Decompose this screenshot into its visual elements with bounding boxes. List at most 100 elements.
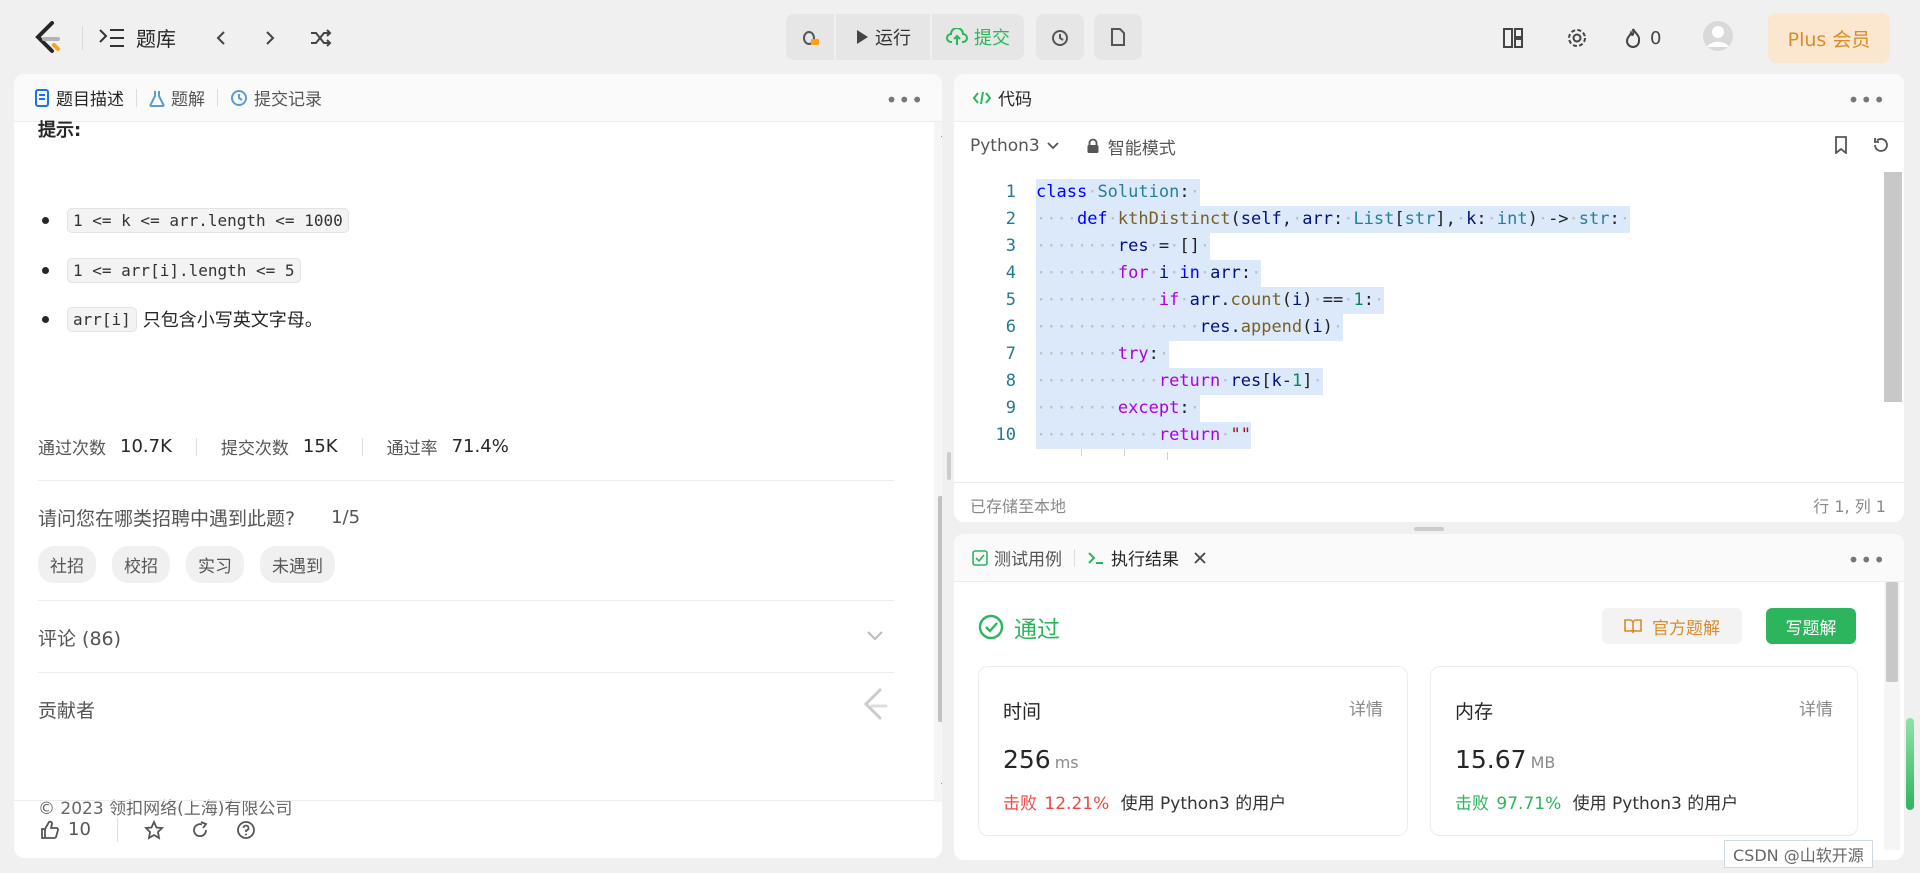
problem-list-button[interactable]: 题库 <box>98 23 176 52</box>
layout-button[interactable] <box>1502 22 1524 54</box>
code-line: 1 class·Solution:· <box>954 179 1874 206</box>
line-number: 8 <box>1005 371 1016 391</box>
result-scrollbar[interactable] <box>1884 582 1900 850</box>
debug-button[interactable] <box>786 14 834 60</box>
accepted-value: 10.7K <box>120 436 172 457</box>
line-number: 5 <box>1005 290 1016 310</box>
flame-icon <box>1625 28 1641 48</box>
more-options-icon[interactable]: ••• <box>886 88 924 112</box>
result-scrollbar-thumb[interactable] <box>1886 582 1898 682</box>
tab-divider <box>1074 548 1075 567</box>
survey-options: 社招 校招 实习 未遇到 <box>38 546 335 583</box>
acceptance-rate-value: 71.4% <box>451 436 509 457</box>
tab-code[interactable]: 代码 <box>972 85 1032 110</box>
bullet-dot <box>42 315 49 323</box>
timer-button[interactable] <box>1036 14 1084 60</box>
scroll-up-icon[interactable] <box>940 130 942 138</box>
description-icon <box>35 88 49 107</box>
chevron-down-icon[interactable] <box>866 630 884 642</box>
submissions-label: 提交次数 <box>220 439 289 459</box>
code-line-text: ············return·res[k-1]· <box>1036 368 1323 395</box>
tab-divider <box>136 88 137 107</box>
layout-icon <box>1503 28 1523 48</box>
tab-testcase[interactable]: 测试用例 <box>972 545 1062 570</box>
code-line: 5 ············if·arr.count(i)·==·1:· <box>954 287 1874 314</box>
notes-button[interactable] <box>1094 14 1142 60</box>
survey-option[interactable]: 社招 <box>38 546 96 583</box>
accepted-label: 通过次数 <box>38 439 106 459</box>
tab-submissions[interactable]: 提交记录 <box>230 85 322 110</box>
line-number: 10 <box>995 425 1016 445</box>
runtime-title: 时间 <box>1003 701 1042 723</box>
reset-icon[interactable] <box>1872 136 1890 154</box>
leetcode-logo-icon[interactable] <box>32 21 62 55</box>
help-icon[interactable] <box>236 820 256 840</box>
line-number: 7 <box>1005 344 1016 364</box>
vertical-resize-handle[interactable] <box>947 452 951 480</box>
gear-icon <box>1568 29 1586 47</box>
write-solution-button[interactable]: 写题解 <box>1766 608 1856 644</box>
official-solution-button[interactable]: 官方题解 <box>1602 608 1742 644</box>
watermark-text: CSDN @山软开源 <box>1733 846 1864 865</box>
play-icon <box>857 30 868 44</box>
more-options-icon[interactable]: ••• <box>1848 88 1886 112</box>
line-number: 2 <box>1005 209 1016 229</box>
runtime-details-link[interactable]: 详情 <box>1349 695 1383 720</box>
comments-toggle[interactable]: 评论 (86) <box>38 624 121 651</box>
tab-result[interactable]: 执行结果 <box>1087 545 1207 570</box>
submit-button[interactable]: 提交 <box>932 14 1024 60</box>
top-bar: 题库 运行 提交 0 Plus 会员 <box>0 0 1920 74</box>
language-select[interactable]: Python3 <box>970 136 1060 156</box>
tab-result-label: 执行结果 <box>1111 550 1179 570</box>
memory-number: 15.67 <box>1455 745 1527 774</box>
smart-mode-toggle[interactable]: 智能模式 <box>1086 134 1176 159</box>
horizontal-resize-handle[interactable] <box>1414 527 1444 531</box>
prev-problem-button[interactable] <box>208 25 234 51</box>
tab-solutions[interactable]: 题解 <box>149 85 205 110</box>
editor-scrollbar[interactable] <box>1884 172 1902 402</box>
problem-list-label: 题库 <box>136 27 176 51</box>
code-line: 10 ············return·"" <box>954 422 1874 449</box>
survey-option[interactable]: 未遇到 <box>260 546 335 583</box>
star-icon[interactable] <box>143 819 164 840</box>
bookmark-icon[interactable] <box>1834 136 1848 154</box>
cloud-upload-icon <box>946 28 968 45</box>
side-progress-indicator <box>1906 718 1914 810</box>
line-number: 6 <box>1005 317 1016 337</box>
contributors-title: 贡献者 <box>38 700 96 722</box>
close-icon[interactable] <box>1193 551 1207 565</box>
run-button[interactable]: 运行 <box>836 14 930 60</box>
description-panel: 题目描述 题解 提交记录 ••• 提示: 1 <= k <= arr.lengt… <box>14 74 942 858</box>
code-line-text: ····def·kthDistinct(self,·arr:·List[str]… <box>1036 206 1631 233</box>
code-line-text: ········res·=·[]· <box>1036 233 1211 260</box>
bullet-dot <box>42 267 49 274</box>
code-line: 7 ········try:· <box>954 341 1874 368</box>
description-scrollbar[interactable] <box>934 122 942 802</box>
next-problem-button[interactable] <box>257 25 283 51</box>
runtime-value: 256 ms <box>1003 745 1079 774</box>
code-editor[interactable]: 1 class·Solution:· 2 ····def·kthDistinct… <box>954 172 1902 482</box>
constraint-item: 1 <= arr[i].length <= 5 <box>42 258 301 283</box>
user-avatar[interactable] <box>1702 20 1734 52</box>
tab-description[interactable]: 题目描述 <box>34 85 124 110</box>
memory-details-link[interactable]: 详情 <box>1799 695 1833 720</box>
survey-progress: 1/5 <box>331 507 361 528</box>
code-line-text: ········for·i·in·arr:· <box>1036 260 1262 287</box>
memory-unit: MB <box>1530 753 1556 772</box>
survey-option[interactable]: 校招 <box>112 546 170 583</box>
line-number: 4 <box>1005 263 1016 283</box>
runtime-number: 256 <box>1003 745 1051 774</box>
random-problem-button[interactable] <box>306 25 336 51</box>
scroll-down-icon[interactable] <box>940 782 942 790</box>
code-line-text: ········try:· <box>1036 341 1170 368</box>
streak-counter[interactable]: 0 <box>1624 22 1661 54</box>
section-divider <box>38 480 894 481</box>
like-button[interactable]: 10 <box>40 819 91 840</box>
settings-button[interactable] <box>1566 22 1588 54</box>
scrollbar-thumb[interactable] <box>938 496 942 722</box>
plus-membership-button[interactable]: Plus 会员 <box>1768 13 1890 63</box>
share-icon[interactable] <box>190 820 210 840</box>
more-options-icon[interactable]: ••• <box>1848 548 1886 572</box>
code-line-text: ············return·"" <box>1036 422 1251 449</box>
survey-option[interactable]: 实习 <box>186 546 244 583</box>
